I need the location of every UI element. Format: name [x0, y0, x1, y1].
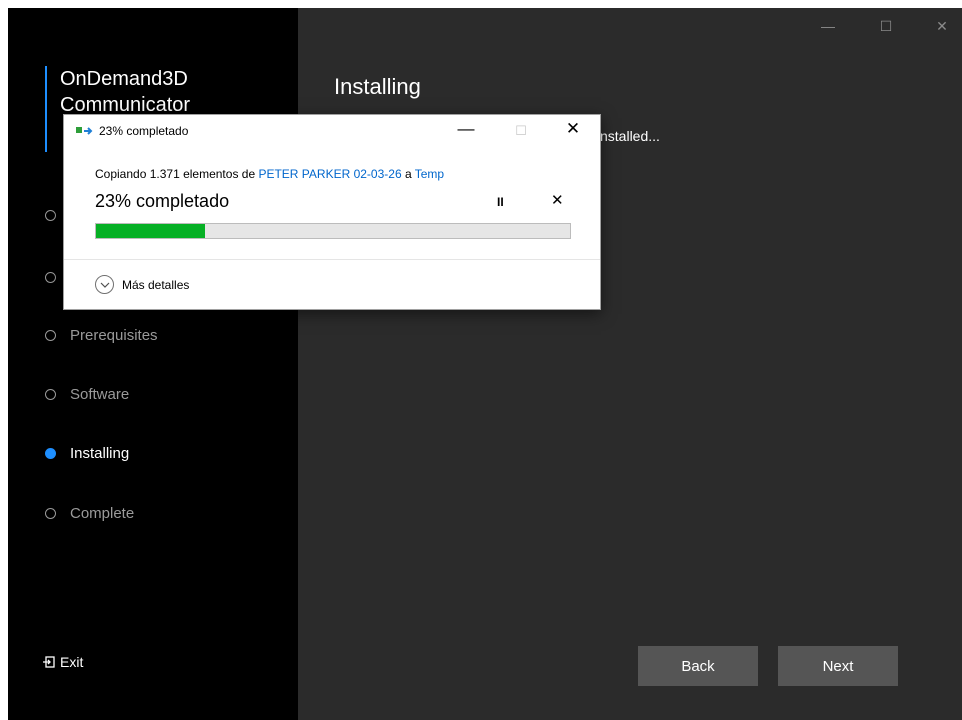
step-label: Installing — [70, 444, 130, 462]
step-label: Software — [70, 385, 130, 403]
exit-label: Exit — [60, 654, 84, 670]
step-label: Complete — [70, 504, 135, 522]
status-text: nstalled... — [600, 128, 660, 144]
window-close-button[interactable]: ✕ — [932, 18, 952, 35]
more-details-label: Más detalles — [122, 277, 190, 292]
step-circle-icon — [45, 209, 56, 221]
dialog-titlebar: 23% completado — [76, 124, 188, 138]
step-label: Prerequisites — [70, 326, 158, 344]
step-installing: Installing — [45, 442, 129, 464]
page-title: Installing — [334, 74, 421, 99]
destination-folder-link[interactable]: Temp — [415, 167, 444, 181]
exit-icon — [43, 656, 55, 668]
copy-files-icon — [76, 127, 93, 135]
step-circle-icon — [45, 329, 56, 341]
pause-button[interactable]: II — [497, 195, 504, 209]
dialog-close-button[interactable]: ✕ — [561, 119, 585, 139]
brand-line-1: OnDemand3D — [60, 68, 188, 90]
cancel-copy-button[interactable]: ✕ — [551, 191, 564, 209]
window-minimize-button[interactable]: — — [818, 18, 838, 34]
copy-description: Copiando 1.371 elementos de PETER PARKER… — [95, 167, 444, 181]
progress-bar — [95, 223, 571, 239]
source-folder-link[interactable]: PETER PARKER 02-03-26 — [258, 167, 401, 181]
copy-progress-dialog: 23% completado — ☐ ✕ Copiando 1.371 elem… — [63, 114, 601, 310]
exit-button[interactable]: Exit — [43, 654, 83, 670]
next-button[interactable]: Next — [778, 646, 898, 686]
chevron-down-icon — [95, 275, 114, 294]
app-brand: OnDemand3D Communicator — [60, 66, 190, 118]
more-details-toggle[interactable]: Más detalles — [95, 275, 189, 294]
copy-prefix: Copiando 1.371 elementos de — [95, 167, 259, 181]
step-software: Software — [45, 383, 129, 405]
brand-accent-bar — [45, 66, 47, 152]
dialog-title: 23% completado — [99, 124, 189, 138]
step-active-dot-icon — [45, 447, 56, 459]
dialog-divider — [64, 259, 600, 260]
window-maximize-button[interactable]: ☐ — [876, 18, 896, 35]
step-prerequisites: Prerequisites — [45, 324, 158, 346]
step-circle-icon — [45, 271, 56, 283]
dialog-minimize-button[interactable]: — — [454, 119, 478, 139]
back-button[interactable]: Back — [638, 646, 758, 686]
dialog-maximize-button: ☐ — [515, 123, 527, 138]
step-complete: Complete — [45, 502, 134, 524]
percent-complete: 23% completado — [95, 191, 230, 211]
progress-bar-fill — [96, 224, 206, 238]
step-circle-icon — [45, 507, 56, 519]
step-circle-icon — [45, 388, 56, 400]
copy-connector: a — [401, 167, 415, 181]
